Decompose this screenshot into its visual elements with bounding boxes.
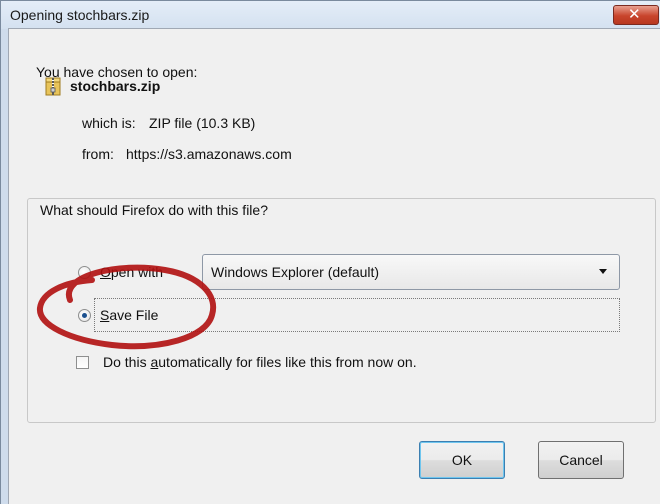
auto-checkbox-label[interactable]: Do this automatically for files like thi… [103, 354, 417, 370]
save-file-label-accel: S [100, 307, 110, 323]
auto-label-before: Do this [103, 354, 151, 370]
zip-file-icon [45, 77, 61, 96]
save-file-label[interactable]: Save File [100, 307, 158, 323]
open-with-app-select[interactable]: Windows Explorer (default) [202, 254, 620, 290]
auto-checkbox[interactable] [76, 356, 89, 369]
from-value: https://s3.amazonaws.com [126, 146, 292, 162]
action-group-legend: What should Firefox do with this file? [37, 202, 271, 218]
file-name: stochbars.zip [70, 78, 161, 94]
cancel-button[interactable]: Cancel [538, 441, 624, 479]
save-file-label-text: ave File [109, 307, 159, 323]
open-with-label-text: pen with [110, 264, 164, 280]
open-with-radio[interactable] [78, 266, 91, 279]
close-button[interactable]: ✕ [613, 5, 659, 25]
ok-button[interactable]: OK [419, 441, 505, 479]
close-icon: ✕ [628, 6, 641, 23]
open-with-label[interactable]: Open with [100, 264, 163, 280]
open-with-label-accel: O [100, 264, 111, 280]
open-with-app-value: Windows Explorer (default) [211, 264, 380, 280]
save-file-radio[interactable] [78, 309, 91, 322]
window-title: Opening stochbars.zip [10, 7, 150, 23]
which-is-value: ZIP file (10.3 KB) [149, 115, 256, 131]
auto-label-after: utomatically for files like this from no… [158, 354, 417, 370]
title-bar[interactable]: Opening stochbars.zip ✕ [1, 1, 660, 29]
which-is-label: which is: [82, 115, 136, 131]
chevron-down-icon [599, 269, 607, 274]
from-label: from: [82, 146, 114, 162]
save-file-focus-rect [94, 298, 620, 332]
